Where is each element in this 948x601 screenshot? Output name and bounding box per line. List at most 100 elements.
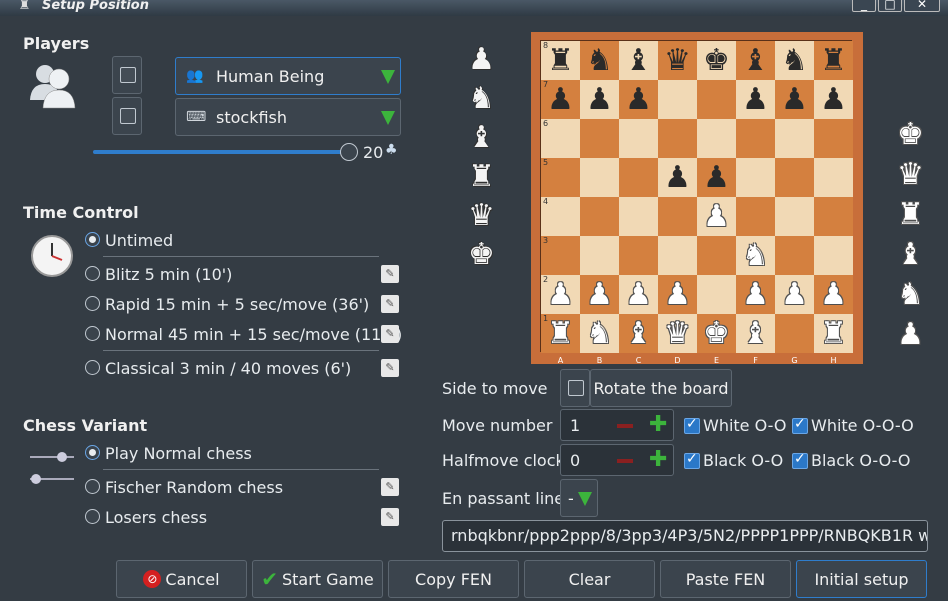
initial-setup-button[interactable]: Initial setup — [796, 560, 927, 598]
square-c7[interactable]: ♟ — [619, 80, 658, 119]
black-rook-icon[interactable]: ♜ — [820, 45, 847, 76]
palette-black-bishop-icon[interactable]: ♝ — [468, 123, 495, 153]
square-g3[interactable] — [775, 236, 814, 275]
square-h2[interactable]: ♟ — [814, 275, 853, 314]
square-h1[interactable]: H ♜ — [814, 314, 853, 365]
palette-black-knight-icon[interactable]: ♞ — [468, 84, 495, 114]
square-c1[interactable]: C ♝ — [619, 314, 658, 365]
square-e5[interactable]: ♟ — [697, 158, 736, 197]
square-b2[interactable]: ♟ — [580, 275, 619, 314]
square-b7[interactable]: ♟ — [580, 80, 619, 119]
player2-checkbox[interactable] — [120, 108, 136, 124]
black-knight-icon[interactable]: ♞ — [781, 45, 808, 76]
square-f5[interactable] — [736, 158, 775, 197]
square-e2[interactable] — [697, 275, 736, 314]
player1-select[interactable]: 👥 Human Being — [175, 57, 401, 95]
player2-toggle[interactable] — [112, 97, 142, 135]
player1-checkbox[interactable] — [120, 67, 136, 83]
square-g1[interactable]: G — [775, 314, 814, 365]
white-pawn-icon[interactable]: ♟ — [820, 279, 847, 310]
copy-fen-button[interactable]: Copy FEN — [388, 560, 519, 598]
square-h8[interactable]: ♜ — [814, 41, 853, 80]
variant-losers-radio[interactable] — [85, 509, 100, 524]
square-g2[interactable]: ♟ — [775, 275, 814, 314]
white-pawn-icon[interactable]: ♟ — [703, 201, 730, 232]
edit-classical-icon[interactable]: ✎ — [381, 359, 399, 377]
square-a1[interactable]: 1 A ♜ — [541, 314, 580, 365]
palette-black-pawn-icon[interactable]: ♟ — [468, 45, 495, 75]
palette-white-bishop-icon[interactable]: ♝ — [897, 240, 924, 270]
square-a5[interactable]: 5 — [541, 158, 580, 197]
edit-rapid-icon[interactable]: ✎ — [381, 295, 399, 313]
side-to-move-toggle[interactable] — [560, 369, 590, 407]
white-pawn-icon[interactable]: ♟ — [664, 279, 691, 310]
white-ooo-checkbox[interactable] — [792, 416, 808, 434]
square-e1[interactable]: E ♚ — [697, 314, 736, 365]
black-knight-icon[interactable]: ♞ — [586, 45, 613, 76]
black-king-icon[interactable]: ♚ — [703, 45, 730, 76]
square-d5[interactable]: ♟ — [658, 158, 697, 197]
time-normal-radio[interactable] — [85, 326, 100, 341]
title-bar[interactable]: ♜ Setup Position _ □ ✕ — [0, 0, 948, 16]
square-h3[interactable] — [814, 236, 853, 275]
black-oo-checkbox[interactable] — [684, 451, 700, 469]
black-rook-icon[interactable]: ♜ — [547, 45, 574, 76]
black-pawn-icon[interactable]: ♟ — [703, 162, 730, 193]
square-d1[interactable]: D ♛ — [658, 314, 697, 365]
square-h6[interactable] — [814, 119, 853, 158]
edit-losers-icon[interactable]: ✎ — [381, 508, 399, 526]
variant-normal-radio[interactable] — [85, 445, 100, 460]
square-h4[interactable] — [814, 197, 853, 236]
white-pawn-icon[interactable]: ♟ — [781, 279, 808, 310]
palette-black-rook-icon[interactable]: ♜ — [468, 162, 495, 192]
fen-input[interactable]: rnbqkbnr/ppp2ppp/8/3pp3/4P3/5N2/PPPP1PPP… — [442, 520, 928, 552]
edit-fischer-icon[interactable]: ✎ — [381, 478, 399, 496]
square-e8[interactable]: ♚ — [697, 41, 736, 80]
square-f4[interactable] — [736, 197, 775, 236]
square-d3[interactable] — [658, 236, 697, 275]
white-pawn-icon[interactable]: ♟ — [742, 279, 769, 310]
square-f1[interactable]: F ♝ — [736, 314, 775, 365]
chess-board[interactable]: 8 ♜ ♞ ♝ ♛ ♚ ♝ ♞ ♜ 7 ♟ ♟ ♟ ♟ ♟ ♟ 6 5 ♟ ♟ 4 ♟ 3 ♞ 2 ♟ ♟ ♟ ♟ ♟ ♟ ♟ 1 A ♜ B ♞ C ♝ D… — [540, 40, 853, 365]
square-d6[interactable] — [658, 119, 697, 158]
white-bishop-icon[interactable]: ♝ — [625, 318, 652, 349]
edit-blitz-icon[interactable]: ✎ — [381, 265, 399, 283]
level-slider-track[interactable] — [93, 150, 351, 154]
edit-normal-icon[interactable]: ✎ — [381, 325, 399, 343]
square-e3[interactable] — [697, 236, 736, 275]
square-d7[interactable] — [658, 80, 697, 119]
square-a6[interactable]: 6 — [541, 119, 580, 158]
white-pawn-icon[interactable]: ♟ — [586, 279, 613, 310]
time-blitz-radio[interactable] — [85, 266, 100, 281]
level-slider-handle[interactable] — [340, 143, 358, 161]
black-bishop-icon[interactable]: ♝ — [625, 45, 652, 76]
square-g5[interactable] — [775, 158, 814, 197]
square-c3[interactable] — [619, 236, 658, 275]
time-untimed-radio[interactable] — [85, 232, 100, 247]
white-queen-icon[interactable]: ♛ — [664, 318, 691, 349]
minimize-button[interactable]: _ — [852, 0, 876, 12]
black-ooo-checkbox[interactable] — [792, 451, 808, 469]
start-game-button[interactable]: ✔ Start Game — [252, 560, 383, 598]
square-g8[interactable]: ♞ — [775, 41, 814, 80]
player2-select[interactable]: ⌨ stockfish — [175, 98, 401, 136]
square-f2[interactable]: ♟ — [736, 275, 775, 314]
palette-white-pawn-icon[interactable]: ♟ — [897, 320, 924, 350]
square-b4[interactable] — [580, 197, 619, 236]
square-g4[interactable] — [775, 197, 814, 236]
palette-black-queen-icon[interactable]: ♛ — [468, 201, 495, 231]
en-passant-select[interactable]: - — [560, 479, 598, 517]
maximize-button[interactable]: □ — [878, 0, 902, 12]
time-rapid-radio[interactable] — [85, 296, 100, 311]
square-h7[interactable]: ♟ — [814, 80, 853, 119]
close-button[interactable]: ✕ — [904, 0, 940, 12]
palette-white-king-icon[interactable]: ♚ — [897, 120, 924, 150]
white-pawn-icon[interactable]: ♟ — [625, 279, 652, 310]
palette-white-knight-icon[interactable]: ♞ — [897, 280, 924, 310]
square-c4[interactable] — [619, 197, 658, 236]
square-b3[interactable] — [580, 236, 619, 275]
square-c8[interactable]: ♝ — [619, 41, 658, 80]
white-oo-checkbox[interactable] — [684, 416, 700, 434]
variant-fischer-radio[interactable] — [85, 479, 100, 494]
square-c5[interactable] — [619, 158, 658, 197]
